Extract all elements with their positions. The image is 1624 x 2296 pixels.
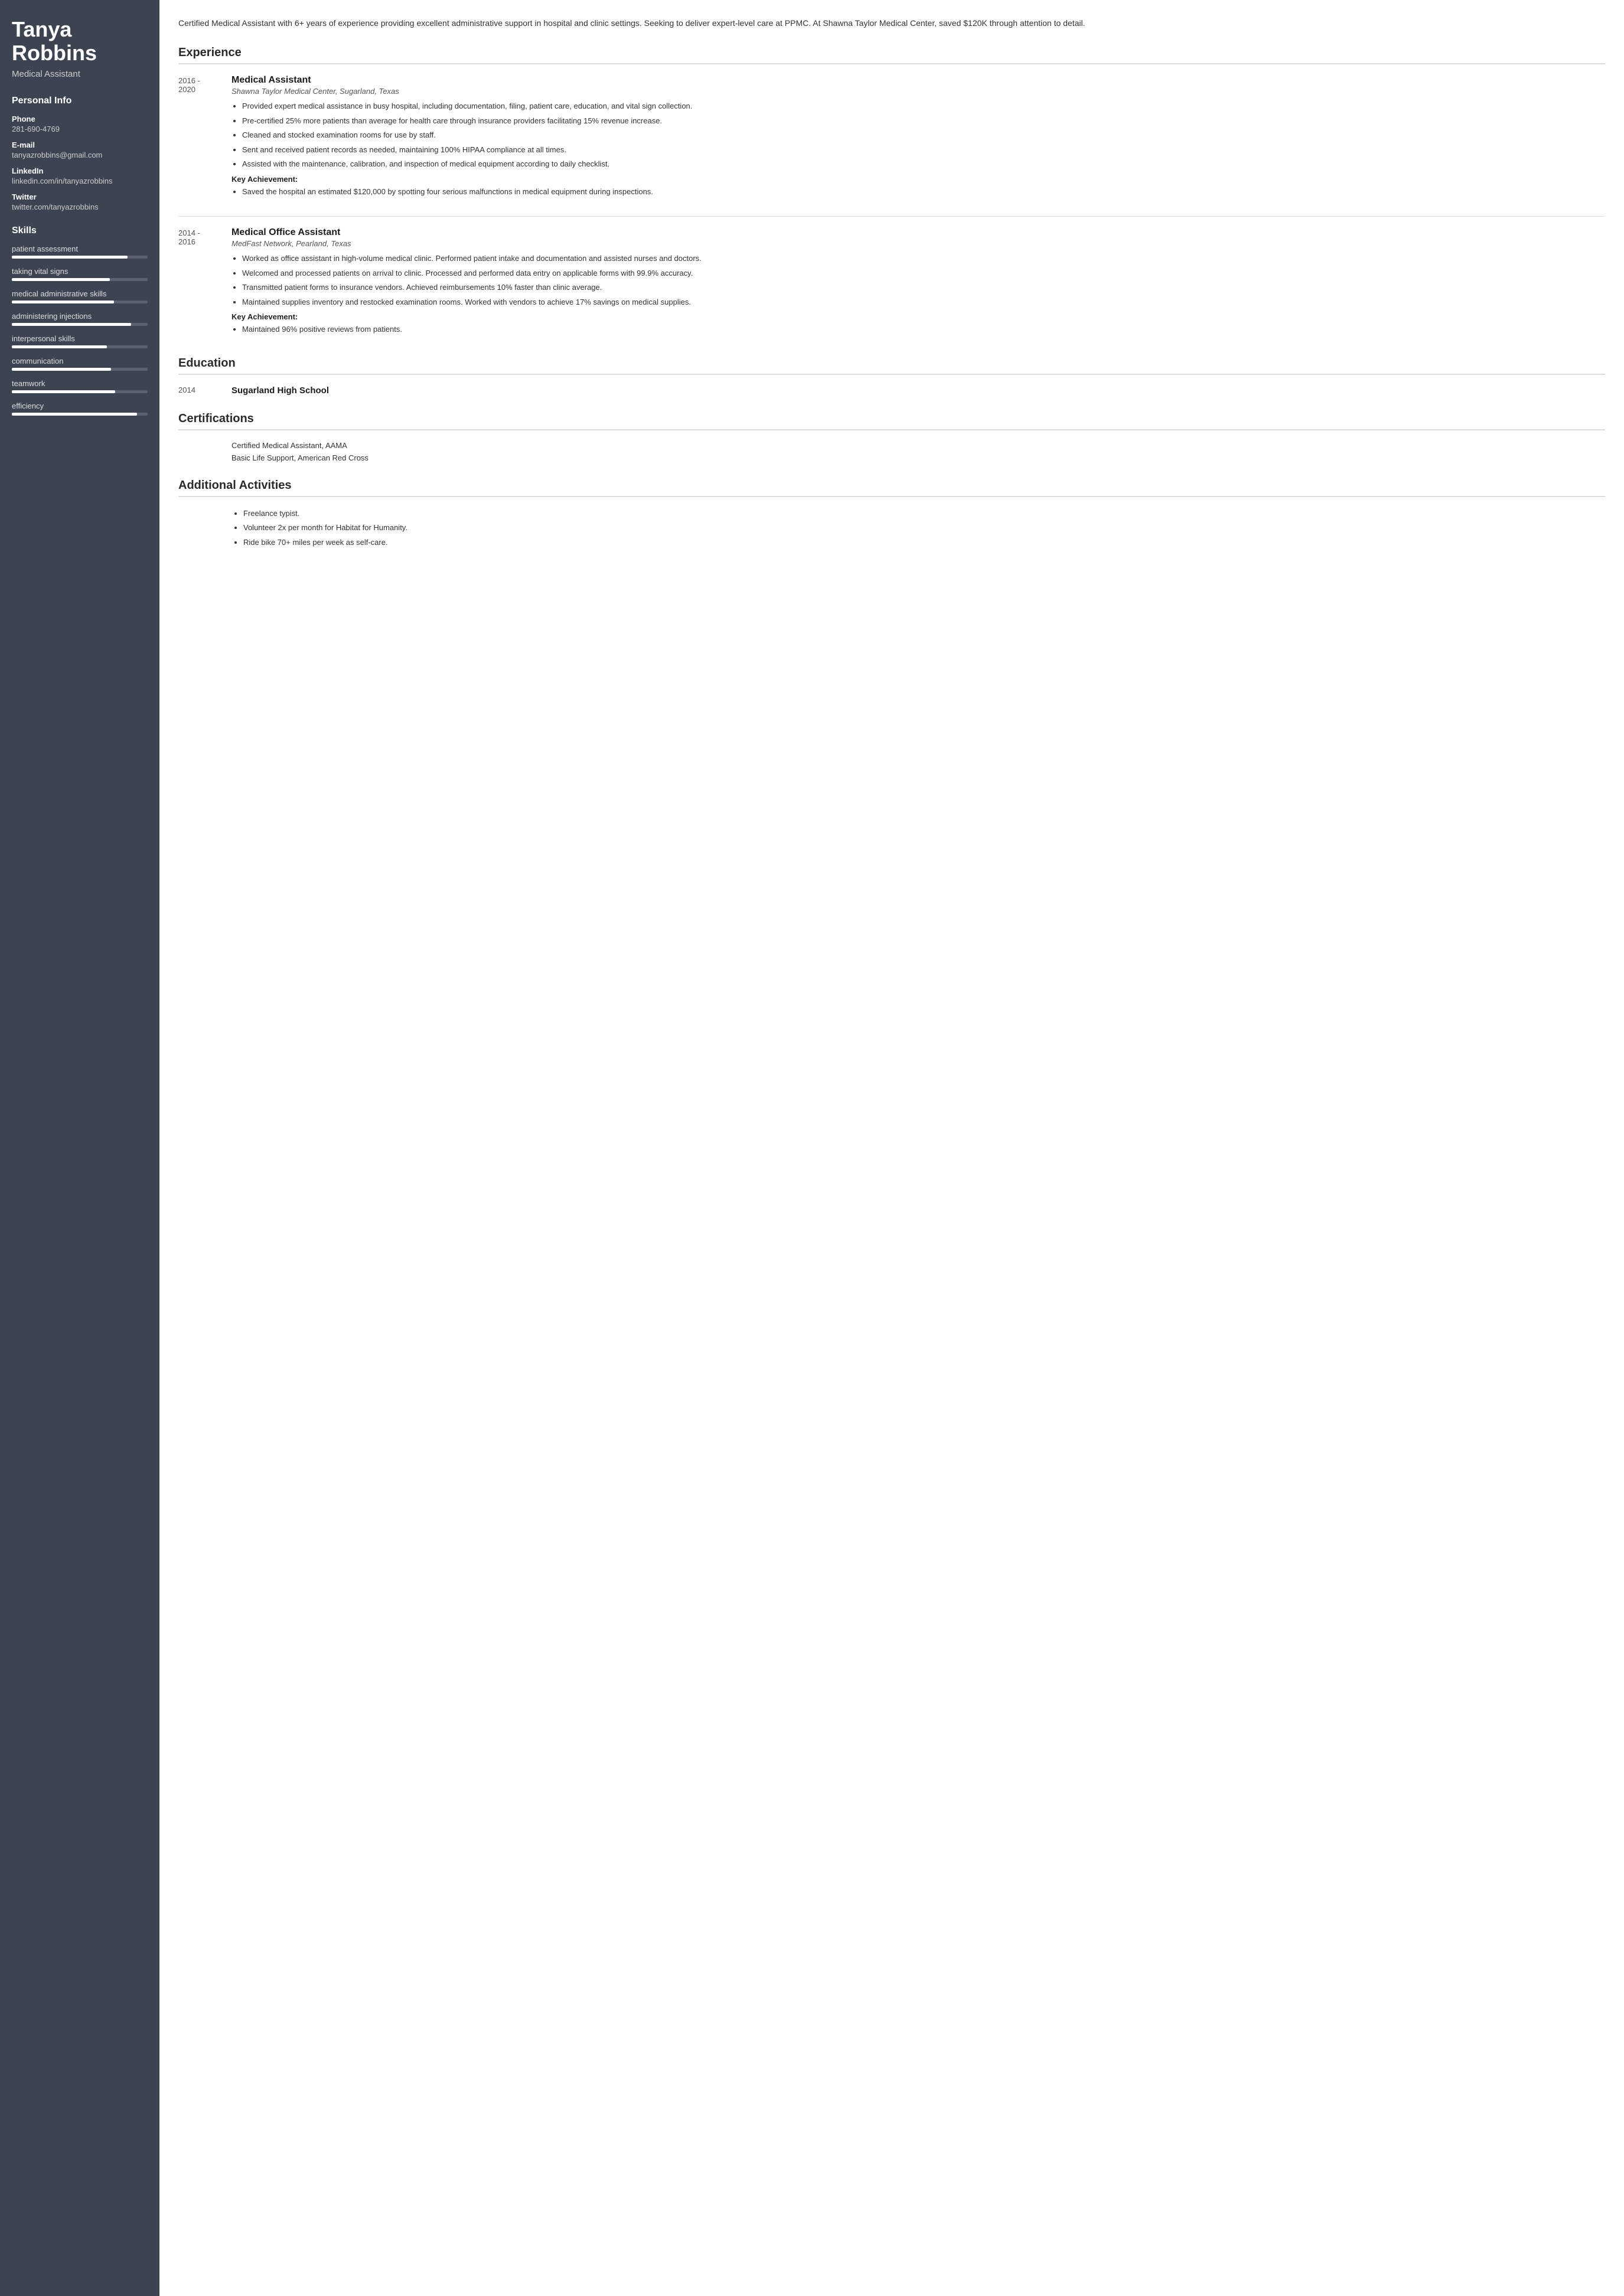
skill-item: medical administrative skills bbox=[12, 289, 148, 303]
bullet-item: Transmitted patient forms to insurance v… bbox=[242, 282, 1605, 293]
activity-item: Volunteer 2x per month for Habitat for H… bbox=[243, 522, 1605, 534]
skill-bar bbox=[12, 390, 148, 393]
job-title: Medical Office Assistant bbox=[231, 227, 1605, 238]
entry-content: Medical Office Assistant MedFast Network… bbox=[231, 227, 1605, 340]
phone-label: Phone bbox=[12, 115, 148, 123]
skill-bar bbox=[12, 345, 148, 348]
certification-text: Basic Life Support, American Red Cross bbox=[231, 453, 369, 462]
candidate-title: Medical Assistant bbox=[12, 69, 148, 79]
skill-name: patient assessment bbox=[12, 244, 148, 253]
bullets-list: Provided expert medical assistance in bu… bbox=[231, 100, 1605, 170]
key-achievement-label: Key Achievement: bbox=[231, 175, 1605, 184]
linkedin-label: LinkedIn bbox=[12, 166, 148, 175]
certifications-heading: Certifications bbox=[178, 412, 1605, 430]
achievement-bullet: Saved the hospital an estimated $120,000… bbox=[242, 186, 1605, 198]
education-section: Education 2014 Sugarland High School bbox=[178, 357, 1605, 396]
bullet-item: Sent and received patient records as nee… bbox=[242, 144, 1605, 156]
main-content: Certified Medical Assistant with 6+ year… bbox=[159, 0, 1624, 2296]
bullet-item: Welcomed and processed patients on arriv… bbox=[242, 267, 1605, 279]
bullet-item: Provided expert medical assistance in bu… bbox=[242, 100, 1605, 112]
certification-entry: Basic Life Support, American Red Cross bbox=[178, 453, 1605, 462]
skill-bar bbox=[12, 413, 148, 416]
experience-entry: 2014 -2016 Medical Office Assistant MedF… bbox=[178, 227, 1605, 340]
certifications-section: Certifications Certified Medical Assista… bbox=[178, 412, 1605, 462]
experience-section: Experience 2016 -2020 Medical Assistant … bbox=[178, 46, 1605, 340]
bullets-list: Worked as office assistant in high-volum… bbox=[231, 253, 1605, 308]
skill-bar bbox=[12, 368, 148, 371]
email-label: E-mail bbox=[12, 141, 148, 149]
skill-name: medical administrative skills bbox=[12, 289, 148, 298]
skill-name: efficiency bbox=[12, 401, 148, 410]
activities-list: Freelance typist. Volunteer 2x per month … bbox=[178, 508, 1605, 548]
skill-bar bbox=[12, 323, 148, 326]
bullet-item: Worked as office assistant in high-volum… bbox=[242, 253, 1605, 264]
candidate-name: TanyaRobbins bbox=[12, 18, 148, 64]
bullet-item: Maintained supplies inventory and restoc… bbox=[242, 296, 1605, 308]
company-name: MedFast Network, Pearland, Texas bbox=[231, 239, 1605, 248]
skill-item: teamwork bbox=[12, 379, 148, 393]
skill-name: interpersonal skills bbox=[12, 334, 148, 343]
bullet-item: Assisted with the maintenance, calibrati… bbox=[242, 158, 1605, 170]
skill-item: administering injections bbox=[12, 312, 148, 326]
skill-bar bbox=[12, 256, 148, 259]
education-heading: Education bbox=[178, 357, 1605, 375]
skill-name: communication bbox=[12, 357, 148, 365]
skill-item: communication bbox=[12, 357, 148, 371]
twitter-value: twitter.com/tanyazrobbins bbox=[12, 203, 148, 211]
entry-dates: 2014 -2016 bbox=[178, 227, 231, 340]
skill-item: patient assessment bbox=[12, 244, 148, 259]
skills-heading: Skills bbox=[12, 226, 148, 236]
key-achievement-label: Key Achievement: bbox=[231, 312, 1605, 321]
company-name: Shawna Taylor Medical Center, Sugarland,… bbox=[231, 87, 1605, 96]
linkedin-value: linkedin.com/in/tanyazrobbins bbox=[12, 177, 148, 185]
summary-text: Certified Medical Assistant with 6+ year… bbox=[178, 17, 1605, 30]
skill-item: interpersonal skills bbox=[12, 334, 148, 348]
education-entry: 2014 Sugarland High School bbox=[178, 386, 1605, 396]
skill-item: efficiency bbox=[12, 401, 148, 416]
twitter-label: Twitter bbox=[12, 192, 148, 201]
activities-section: Additional Activities Freelance typist. V… bbox=[178, 479, 1605, 548]
activity-item: Ride bike 70+ miles per week as self-car… bbox=[243, 537, 1605, 548]
activity-item: Freelance typist. bbox=[243, 508, 1605, 520]
bullet-item: Pre-certified 25% more patients than ave… bbox=[242, 115, 1605, 127]
personal-info-heading: Personal Info bbox=[12, 96, 148, 106]
skill-bar bbox=[12, 301, 148, 303]
skill-name: administering injections bbox=[12, 312, 148, 321]
experience-entry: 2016 -2020 Medical Assistant Shawna Tayl… bbox=[178, 75, 1605, 202]
skill-bar bbox=[12, 278, 148, 281]
achievement-list: Saved the hospital an estimated $120,000… bbox=[231, 186, 1605, 198]
certification-entry: Certified Medical Assistant, AAMA bbox=[178, 441, 1605, 450]
edu-year: 2014 bbox=[178, 386, 231, 396]
achievement-list: Maintained 96% positive reviews from pat… bbox=[231, 324, 1605, 335]
skill-name: teamwork bbox=[12, 379, 148, 388]
job-title: Medical Assistant bbox=[231, 75, 1605, 86]
skill-name: taking vital signs bbox=[12, 267, 148, 276]
activities-heading: Additional Activities bbox=[178, 479, 1605, 497]
certification-text: Certified Medical Assistant, AAMA bbox=[231, 441, 347, 450]
phone-value: 281-690-4769 bbox=[12, 125, 148, 133]
sidebar: TanyaRobbins Medical Assistant Personal … bbox=[0, 0, 159, 2296]
experience-heading: Experience bbox=[178, 46, 1605, 64]
edu-school: Sugarland High School bbox=[231, 386, 329, 396]
bullet-item: Cleaned and stocked examination rooms fo… bbox=[242, 129, 1605, 141]
skill-item: taking vital signs bbox=[12, 267, 148, 281]
entry-content: Medical Assistant Shawna Taylor Medical … bbox=[231, 75, 1605, 202]
skills-section: Skills patient assessment taking vital s… bbox=[12, 226, 148, 416]
email-value: tanyazrobbins@gmail.com bbox=[12, 151, 148, 159]
achievement-bullet: Maintained 96% positive reviews from pat… bbox=[242, 324, 1605, 335]
entry-dates: 2016 -2020 bbox=[178, 75, 231, 202]
